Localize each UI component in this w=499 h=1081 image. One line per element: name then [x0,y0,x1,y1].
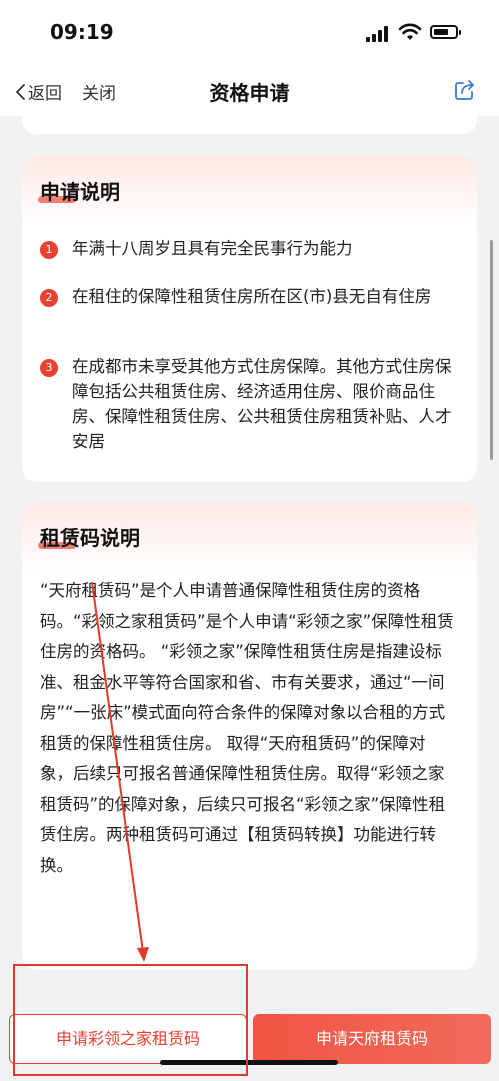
list-item: 2 在租住的保障性租赁住房所在区(市)县无自有住房 [40,284,460,309]
page-title: 资格申请 [209,81,290,105]
card-title: 申请说明 [38,180,120,204]
application-info-card: 申请说明 1 年满十八周岁且具有完全民事行为能力 2 在租住的保障性租赁住房所在… [22,156,477,482]
list-item: 3 在成都市未享受其他方式住房保障。其他方式住房保障包括公共租赁住房、经济适用住… [40,354,460,454]
cellular-signal-icon [366,26,392,42]
rental-code-info-card: 租赁码说明 “天府租赁码”是个人申请普通保障性租赁住房的资格码。“彩领之家租赁码… [22,502,477,970]
list-item: 1 年满十八周岁且具有完全民事行为能力 [40,236,460,261]
wifi-icon [398,23,422,40]
status-time: 09:19 [50,20,114,44]
share-icon[interactable] [453,78,477,102]
list-item-text: 在租住的保障性租赁住房所在区(市)县无自有住房 [72,287,432,306]
list-item-text: 在成都市未享受其他方式住房保障。其他方式住房保障包括公共租赁住房、经济适用住房、… [72,357,452,451]
apply-tianfu-code-button[interactable]: 申请天府租赁码 [253,1014,491,1064]
content-area[interactable]: 申请说明 1 年满十八周岁且具有完全民事行为能力 2 在租住的保障性租赁住房所在… [0,116,499,996]
status-bar: 09:19 [0,0,499,66]
previous-card [22,116,477,134]
list-item-text: 年满十八周岁且具有完全民事行为能力 [72,239,353,258]
scrollbar[interactable] [490,240,493,460]
number-badge: 1 [40,241,58,259]
battery-icon [430,25,461,39]
number-badge: 3 [40,359,58,377]
rental-code-description: “天府租赁码”是个人申请普通保障性租赁住房的资格码。“彩领之家租赁码”是个人申请… [40,581,454,875]
annotation-highlight-box [13,964,248,1076]
card-title: 租赁码说明 [38,526,140,550]
navigation-bar: 返回 关闭 资格申请 [0,66,499,116]
number-badge: 2 [40,289,58,307]
